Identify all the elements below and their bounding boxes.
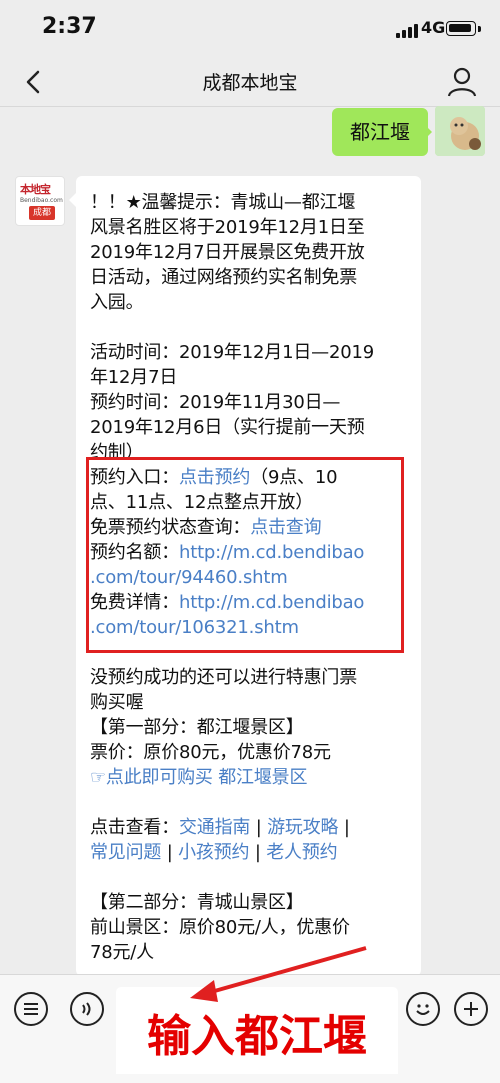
logo-city: 成都 (29, 206, 55, 220)
message-line: 风景名胜区将于2019年12月1日至 (90, 217, 365, 238)
overlay-caption: 输入都江堰 (116, 1000, 398, 1074)
message-line: ！！★温馨提示：青城山—都江堰 (90, 192, 356, 213)
emoji-icon[interactable] (406, 992, 440, 1026)
message-line: 没预约成功的还可以进行特惠门票 (90, 667, 357, 688)
buy-ticket-link[interactable]: ☞点此即可购买 都江堰景区 (90, 765, 410, 790)
logo-text: 本地宝 (20, 183, 51, 196)
message-line: 2019年12月7日开展景区免费开放 (90, 242, 365, 263)
voice-icon[interactable] (70, 992, 104, 1026)
message-line: 点击查看：交通指南 | 游玩攻略 | (90, 817, 350, 838)
message-line: 票价：原价80元，优惠价78元 (90, 742, 331, 763)
message-line: 日活动，通过网络预约实名制免票 (90, 267, 357, 288)
message-line: 预约时间：2019年11月30日— (90, 392, 341, 413)
network-type: 4G (421, 18, 446, 37)
travel-guide-link[interactable]: 游玩攻略 (267, 817, 338, 838)
message-line: 活动时间：2019年12月1日—2019 (90, 342, 374, 363)
nav-bar: 成都本地宝 (0, 58, 500, 107)
message-line: 【第二部分：青城山景区】 (90, 892, 304, 913)
message-line: 购买喔 (90, 692, 144, 713)
message-line: 入园。 (90, 292, 144, 313)
message-line: 年12月7日 (90, 367, 178, 388)
traffic-guide-link[interactable]: 交通指南 (179, 817, 250, 838)
faq-link[interactable]: 常见问题 (90, 842, 161, 863)
user-message: 都江堰 (332, 108, 428, 156)
elder-reserve-link[interactable]: 老人预约 (266, 842, 337, 863)
message-line: 常见问题 | 小孩预约 | 老人预约 (90, 842, 338, 863)
child-reserve-link[interactable]: 小孩预约 (178, 842, 249, 863)
status-bar: 2:37 4G (0, 0, 500, 58)
signal-icon (396, 22, 418, 38)
user-avatar[interactable] (435, 106, 485, 156)
arrow-annotation (190, 946, 367, 1002)
highlight-box (86, 457, 404, 653)
message-line: 2019年12月6日（实行提前一天预 (90, 417, 365, 438)
profile-icon[interactable] (444, 64, 480, 100)
chat-title: 成都本地宝 (202, 72, 298, 94)
menu-icon[interactable] (14, 992, 48, 1026)
battery-icon (446, 21, 476, 36)
bot-avatar[interactable]: 本地宝 Bendibao.com 成都 (15, 176, 65, 226)
message-line: 【第一部分：都江堰景区】 (90, 717, 304, 738)
status-time: 2:37 (42, 14, 97, 39)
message-line: 前山景区：原价80元/人，优惠价 (90, 917, 350, 938)
plus-icon[interactable] (454, 992, 488, 1026)
logo-domain: Bendibao.com (20, 197, 63, 204)
